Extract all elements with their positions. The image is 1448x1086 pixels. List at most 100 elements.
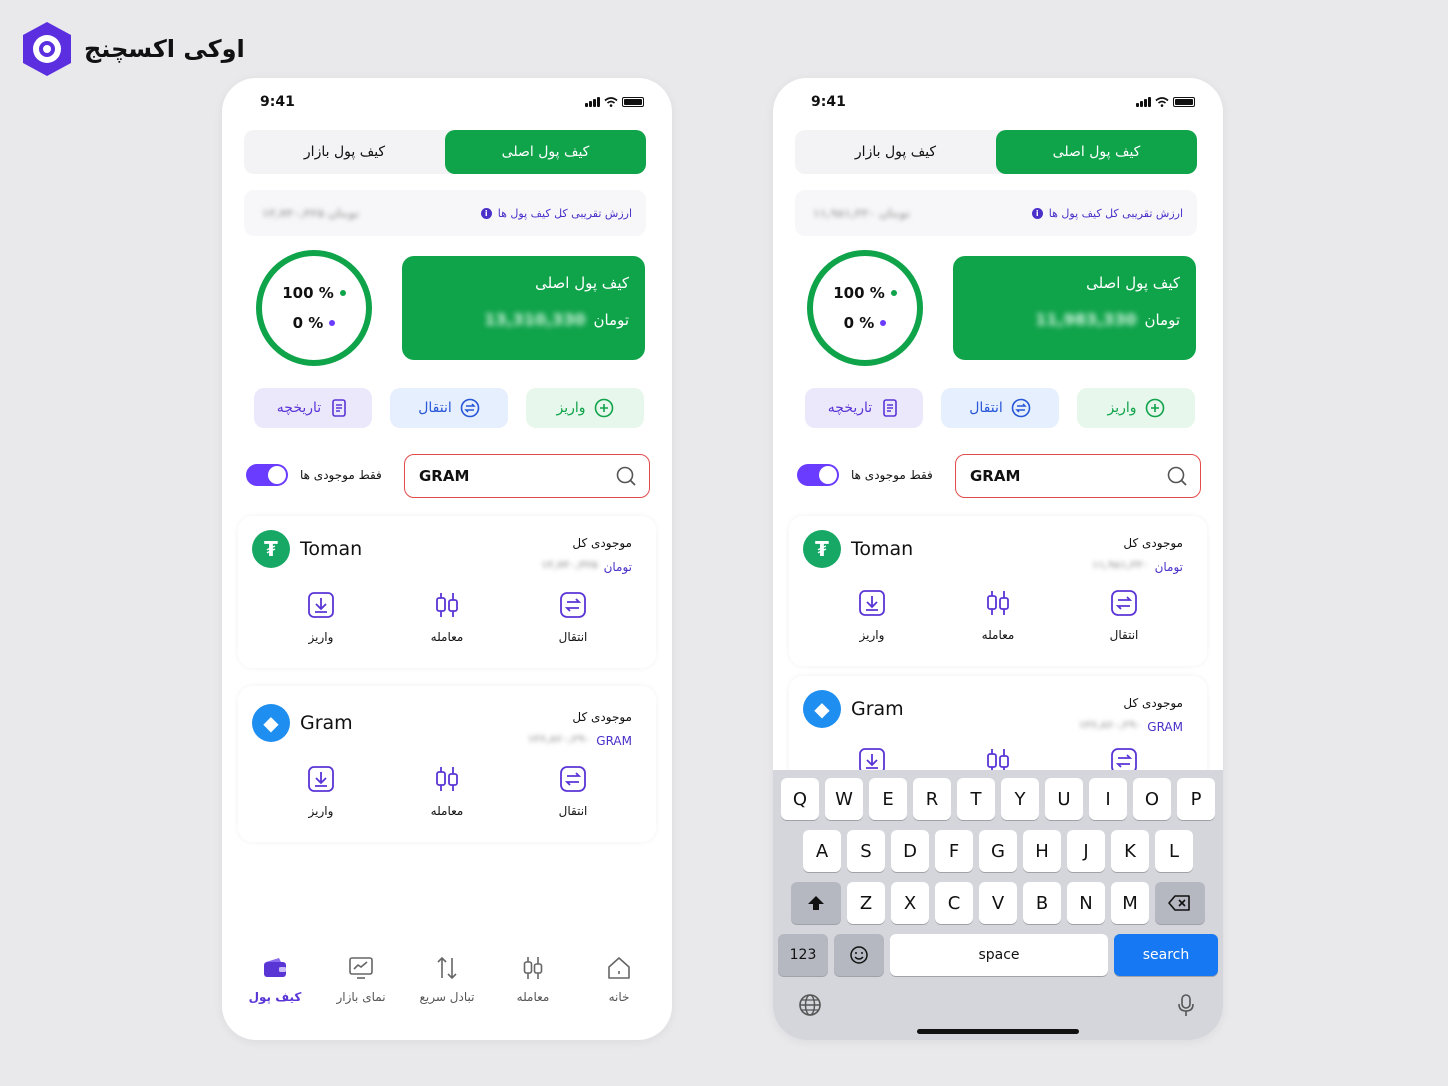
keyboard-key[interactable]: D (891, 830, 929, 872)
asset-transfer-button[interactable]: انتقال (1079, 588, 1169, 642)
green-dot-icon (890, 290, 897, 296)
keyboard-key[interactable]: A (803, 830, 841, 872)
keyboard-key[interactable]: V (979, 882, 1017, 924)
op-transfer-label: انتقال (1109, 628, 1139, 642)
keyboard-key[interactable]: O (1133, 778, 1171, 820)
emoji-key[interactable] (834, 934, 884, 976)
keyboard-key[interactable]: I (1089, 778, 1127, 820)
only-balances-toggle[interactable] (797, 464, 839, 486)
nav-swap[interactable]: تبادل سریع (407, 954, 487, 1004)
deposit-button[interactable]: واریز (526, 388, 644, 428)
asset-deposit-button[interactable]: واریز (276, 590, 366, 644)
shift-key[interactable] (791, 882, 841, 924)
transfer-button[interactable]: انتقال (390, 388, 508, 428)
keyboard-key[interactable]: X (891, 882, 929, 924)
nav-wallet[interactable]: کیف پول (235, 954, 315, 1004)
tab-main-wallet[interactable]: کیف پول اصلی (996, 130, 1197, 174)
search-input[interactable]: GRAM (404, 454, 650, 498)
keyboard-key[interactable]: L (1155, 830, 1193, 872)
numbers-key[interactable]: 123 (778, 934, 828, 976)
keyboard-key[interactable]: F (935, 830, 973, 872)
keyboard-key[interactable]: C (935, 882, 973, 924)
phone-wallet-search-screen: 9:41 کیف پول بازار کیف پول اصلی ۱۱,۹۸۱,۳… (773, 78, 1223, 1040)
op-trade-label: معامله (430, 630, 464, 644)
keyboard-key[interactable]: J (1067, 830, 1105, 872)
status-bar: 9:41 (260, 92, 644, 112)
keyboard-key[interactable]: N (1067, 882, 1105, 924)
asset-trade-button[interactable]: معامله (402, 590, 492, 644)
info-icon[interactable]: i (480, 207, 492, 219)
green-percent: 100 % (282, 284, 334, 302)
gram-coin-icon: ◆ (252, 704, 290, 742)
wallet-actions: تاریخچه انتقال واریز (254, 388, 644, 428)
keyboard-key[interactable]: M (1111, 882, 1149, 924)
keyboard-key[interactable]: Q (781, 778, 819, 820)
only-balances-toggle[interactable] (246, 464, 288, 486)
history-label: تاریخچه (827, 400, 873, 416)
asset-card-toman[interactable]: ₮ Toman موجودی کل تومان ۱۳,۷۴۰,۴۲۵ واریز … (238, 516, 656, 668)
asset-transfer-button[interactable]: انتقال (528, 590, 618, 644)
keyboard-key[interactable]: G (979, 830, 1017, 872)
keyboard-key[interactable]: K (1111, 830, 1149, 872)
op-deposit-label: واریز (859, 628, 885, 642)
transfer-icon (1011, 398, 1031, 418)
keyboard-key[interactable]: R (913, 778, 951, 820)
nav-home[interactable]: خانه (579, 954, 659, 1004)
asset-deposit-button[interactable]: واریز (827, 588, 917, 642)
main-wallet-card[interactable]: کیف پول اصلی تومان 13,310,330 (402, 256, 645, 360)
asset-trade-button[interactable]: معامله (402, 764, 492, 818)
op-deposit-label: واریز (308, 630, 334, 644)
keyboard-key[interactable]: T (957, 778, 995, 820)
search-value: GRAM (419, 467, 470, 485)
keyboard-key[interactable]: W (825, 778, 863, 820)
status-time: 9:41 (811, 94, 846, 110)
transfer-button[interactable]: انتقال (941, 388, 1059, 428)
download-icon (859, 590, 885, 616)
balance-amount: ۱۳۶,۸۶۰,۲۹۰ (1078, 720, 1142, 731)
bottom-nav: کیف پول نمای بازار تبادل سریع معامله خان… (232, 954, 662, 1004)
keyboard-row-2: ASDFGHJKL (777, 830, 1219, 872)
search-key[interactable]: search (1114, 934, 1218, 976)
space-key[interactable]: space (890, 934, 1108, 976)
keyboard-key[interactable]: E (869, 778, 907, 820)
nav-market[interactable]: نمای بازار (321, 954, 401, 1004)
globe-icon[interactable] (797, 992, 823, 1018)
battery-icon (622, 97, 644, 107)
info-icon[interactable]: i (1031, 207, 1043, 219)
tab-market-wallet[interactable]: کیف پول بازار (795, 130, 996, 174)
history-button[interactable]: تاریخچه (254, 388, 372, 428)
asset-transfer-button[interactable]: انتقال (528, 764, 618, 818)
asset-deposit-button[interactable]: واریز (276, 764, 366, 818)
balance-filter: فقط موجودی ها (797, 464, 933, 486)
balance-label: موجودی کل (1123, 696, 1183, 710)
transfer-icon (560, 592, 586, 618)
tab-market-wallet[interactable]: کیف پول بازار (244, 130, 445, 174)
main-wallet-card[interactable]: کیف پول اصلی تومان 11,983,330 (953, 256, 1196, 360)
backspace-key[interactable] (1155, 882, 1205, 924)
keyboard-key[interactable]: Y (1001, 778, 1039, 820)
wallet-actions: تاریخچه انتقال واریز (805, 388, 1195, 428)
asset-card-gram[interactable]: ◆ Gram موجودی کل GRAM ۱۳۶,۸۶۰,۲۹۰ واریز م… (238, 686, 656, 842)
keyboard-key[interactable]: H (1023, 830, 1061, 872)
battery-icon (1173, 97, 1195, 107)
asset-card-toman[interactable]: ₮ Toman موجودی کل تومان ۱۱,۹۸۱,۳۳۰ واریز … (789, 516, 1207, 666)
asset-trade-button[interactable]: معامله (953, 588, 1043, 642)
deposit-label: واریز (556, 400, 586, 416)
keyboard-key[interactable]: B (1023, 882, 1061, 924)
history-button[interactable]: تاریخچه (805, 388, 923, 428)
transfer-icon (460, 398, 480, 418)
card-currency: تومان (593, 310, 629, 329)
only-balances-label: فقط موجودی ها (851, 468, 933, 482)
keyboard-key[interactable]: Z (847, 882, 885, 924)
search-input[interactable]: GRAM (955, 454, 1201, 498)
microphone-icon[interactable] (1173, 992, 1199, 1018)
history-icon (883, 399, 898, 417)
keyboard-key[interactable]: P (1177, 778, 1215, 820)
tab-main-wallet[interactable]: کیف پول اصلی (445, 130, 646, 174)
keyboard-key[interactable]: U (1045, 778, 1083, 820)
balance-filter: فقط موجودی ها (246, 464, 382, 486)
keyboard-letters-row-3: ZXCVBNM (847, 882, 1149, 924)
keyboard-key[interactable]: S (847, 830, 885, 872)
nav-trade[interactable]: معامله (493, 954, 573, 1004)
deposit-button[interactable]: واریز (1077, 388, 1195, 428)
